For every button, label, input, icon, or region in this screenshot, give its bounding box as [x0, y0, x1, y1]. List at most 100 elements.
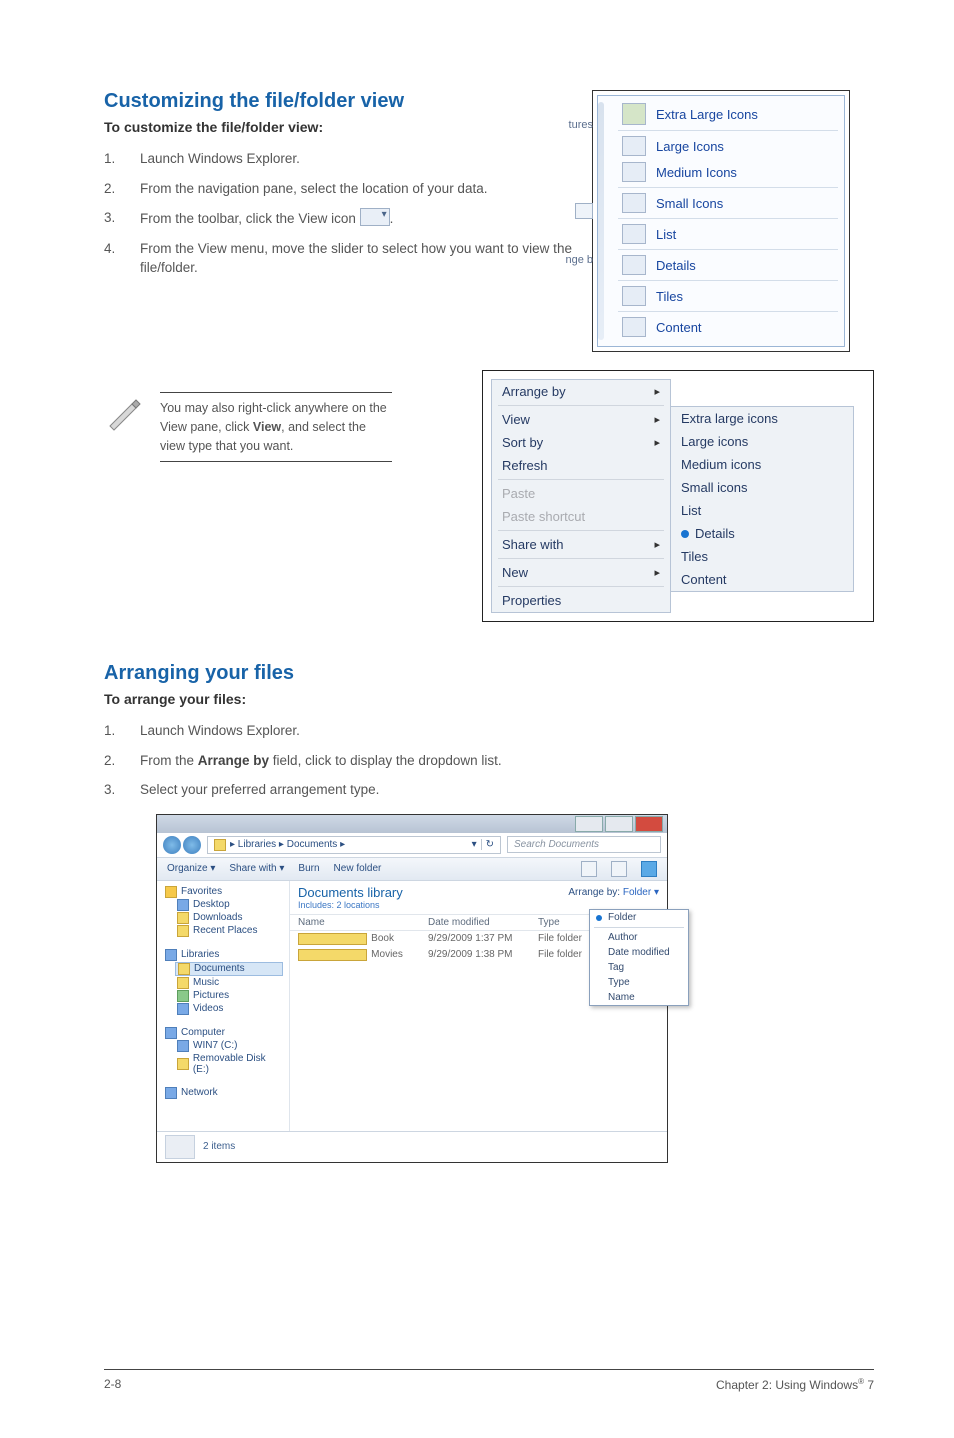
- ctx-right-col: Extra large icons Large icons Medium ico…: [670, 406, 854, 592]
- view-menu-inner: Extra Large Icons Large Icons Medium Ico…: [597, 95, 845, 347]
- minimize-button[interactable]: [575, 816, 603, 832]
- vm-extra-large-icons[interactable]: Extra Large Icons: [618, 100, 838, 128]
- arr-name[interactable]: Name: [590, 990, 688, 1005]
- side-network[interactable]: Network: [165, 1087, 283, 1099]
- tb-share[interactable]: Share with ▾: [229, 863, 284, 874]
- breadcrumb[interactable]: ▸ Libraries ▸ Documents ▸ ▾↻: [207, 836, 501, 854]
- s2-step-3: 3.Select your preferred arrangement type…: [104, 780, 874, 800]
- computer-icon: [165, 1027, 177, 1039]
- section1-subheading: To customize the file/folder view:: [104, 119, 574, 135]
- arr-folder[interactable]: Folder: [590, 910, 688, 925]
- arr-author[interactable]: Author: [590, 930, 688, 945]
- vm-large-icons[interactable]: Large Icons: [618, 133, 838, 159]
- vm-small-icons[interactable]: Small Icons: [618, 190, 838, 216]
- ctx-share-with[interactable]: Share with▸: [492, 533, 670, 556]
- arr-type[interactable]: Type: [590, 975, 688, 990]
- step-3: 3.From the toolbar, click the View icon …: [104, 208, 574, 229]
- arrange-by-dropdown[interactable]: Folder ▾: [623, 887, 659, 898]
- ctx-content[interactable]: Content: [671, 568, 853, 591]
- ctx-new[interactable]: New▸: [492, 561, 670, 584]
- star-icon: [165, 886, 177, 898]
- col-name[interactable]: Name: [298, 917, 428, 928]
- arr-tag[interactable]: Tag: [590, 960, 688, 975]
- lib-title: Documents library: [298, 885, 403, 900]
- section1-text: Customizing the file/folder view To cust…: [104, 90, 574, 288]
- nav-buttons: [163, 836, 201, 854]
- context-menu-screenshot: Arrange by▸ View▸ Sort by▸ Refresh Paste…: [482, 370, 874, 622]
- tb-newfolder[interactable]: New folder: [334, 863, 382, 874]
- music-icon: [177, 977, 189, 989]
- status-text: 2 items: [203, 1141, 235, 1152]
- ctx-sm-icons[interactable]: Small icons: [671, 476, 853, 499]
- pictures-icon: [177, 990, 189, 1002]
- forward-button[interactable]: [183, 836, 201, 854]
- side-computer[interactable]: Computer: [165, 1027, 283, 1039]
- folder-icon: [298, 933, 367, 945]
- ctx-xl-icons[interactable]: Extra large icons: [671, 407, 853, 430]
- s2-step-2: 2.From the Arrange by field, click to di…: [104, 751, 874, 771]
- libraries-icon: [165, 949, 177, 961]
- ctx-list[interactable]: List: [671, 499, 853, 522]
- arr-date[interactable]: Date modified: [590, 945, 688, 960]
- lg-icons-icon: [622, 136, 646, 156]
- back-button[interactable]: [163, 836, 181, 854]
- col-date[interactable]: Date modified: [428, 917, 538, 928]
- selected-dot-icon: [681, 530, 689, 538]
- side-downloads[interactable]: Downloads: [177, 912, 283, 924]
- search-input[interactable]: Search Documents: [507, 836, 661, 853]
- explorer-address-bar: ▸ Libraries ▸ Documents ▸ ▾↻ Search Docu…: [157, 833, 667, 858]
- side-documents[interactable]: Documents: [175, 962, 283, 976]
- vm-content[interactable]: Content: [618, 314, 838, 340]
- side-pictures[interactable]: Pictures: [177, 990, 283, 1002]
- ctx-details[interactable]: Details: [671, 522, 853, 545]
- document-page: Customizing the file/folder view To cust…: [0, 0, 954, 1438]
- details-icon: [622, 255, 646, 275]
- explorer-toolbar: Organize ▾ Share with ▾ Burn New folder: [157, 858, 667, 881]
- vm-tiles[interactable]: Tiles: [618, 283, 838, 309]
- grid-icon: [575, 203, 593, 219]
- close-button[interactable]: [635, 816, 663, 832]
- view-menu-side-labels: tures nge b: [551, 91, 597, 351]
- side-music[interactable]: Music: [177, 977, 283, 989]
- vm-details[interactable]: Details: [618, 252, 838, 278]
- documents-icon: [178, 963, 190, 975]
- explorer-main: Documents library Includes: 2 locations …: [290, 881, 667, 1131]
- side-videos[interactable]: Videos: [177, 1003, 283, 1015]
- status-folder-icon: [165, 1135, 195, 1159]
- selected-dot-icon: [596, 915, 602, 921]
- side-libraries[interactable]: Libraries: [165, 949, 283, 961]
- explorer-screenshot: ▸ Libraries ▸ Documents ▸ ▾↻ Search Docu…: [156, 814, 668, 1163]
- maximize-button[interactable]: [605, 816, 633, 832]
- vm-list[interactable]: List: [618, 221, 838, 247]
- ctx-lg-icons[interactable]: Large icons: [671, 430, 853, 453]
- vm-medium-icons[interactable]: Medium Icons: [618, 159, 838, 185]
- side-desktop[interactable]: Desktop: [177, 899, 283, 911]
- tb-burn[interactable]: Burn: [298, 863, 319, 874]
- preview-pane-icon[interactable]: [611, 861, 627, 877]
- pen-icon: [104, 392, 160, 462]
- side-e[interactable]: Removable Disk (E:): [177, 1053, 283, 1075]
- tb-organize[interactable]: Organize ▾: [167, 863, 215, 874]
- section1-heading: Customizing the file/folder view: [104, 90, 574, 113]
- explorer-titlebar: [157, 815, 667, 833]
- list-icon: [622, 224, 646, 244]
- ctx-arrange-by[interactable]: Arrange by▸: [492, 380, 670, 403]
- explorer-status-bar: 2 items: [157, 1131, 667, 1162]
- folder-icon: [298, 949, 367, 961]
- ctx-view[interactable]: View▸: [492, 408, 670, 431]
- side-recent[interactable]: Recent Places: [177, 925, 283, 937]
- ctx-properties[interactable]: Properties: [492, 589, 670, 612]
- ctx-tiles[interactable]: Tiles: [671, 545, 853, 568]
- view-dropdown-icon[interactable]: [581, 861, 597, 877]
- ctx-sort-by[interactable]: Sort by▸: [492, 431, 670, 454]
- ctx-md-icons[interactable]: Medium icons: [671, 453, 853, 476]
- ctx-refresh[interactable]: Refresh: [492, 454, 670, 477]
- md-icons-icon: [622, 162, 646, 182]
- explorer-sidebar: Favorites Desktop Downloads Recent Place…: [157, 881, 290, 1131]
- folder-icon: [214, 839, 226, 851]
- help-icon[interactable]: [641, 861, 657, 877]
- ctx-paste: Paste: [492, 482, 670, 505]
- explorer-body: Favorites Desktop Downloads Recent Place…: [157, 881, 667, 1131]
- side-c[interactable]: WIN7 (C:): [177, 1040, 283, 1052]
- side-favorites[interactable]: Favorites: [165, 886, 283, 898]
